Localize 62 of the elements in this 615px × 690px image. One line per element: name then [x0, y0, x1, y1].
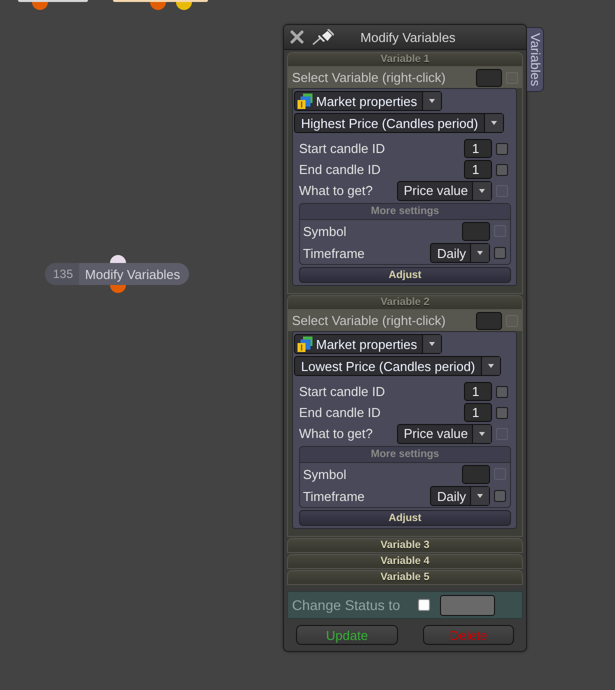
checkbox[interactable] — [496, 164, 508, 176]
parameter-label: What to get? — [299, 426, 374, 441]
port-icon[interactable] — [176, 2, 192, 10]
value-dropdown[interactable]: Daily — [430, 243, 490, 263]
node-edge[interactable] — [113, 0, 208, 2]
section-header[interactable]: Variable 5 — [287, 570, 523, 585]
checkbox[interactable] — [496, 406, 508, 418]
variable-field[interactable] — [476, 68, 502, 86]
parameter-label: Symbol — [303, 466, 348, 482]
category-icon — [297, 336, 313, 352]
window-title: Modify Variables — [359, 30, 457, 44]
category-dropdown[interactable]: Market properties — [294, 334, 442, 354]
parameter-label: Timeframe — [303, 246, 366, 260]
node-number: 135 — [45, 263, 80, 285]
checkbox[interactable] — [418, 599, 430, 611]
node-title: Modify Variables — [84, 266, 182, 284]
select-variable-label: Select Variable (right-click) — [292, 70, 447, 85]
caret-icon — [470, 487, 489, 505]
parameter-label: Start candle ID — [299, 384, 386, 399]
caret-icon — [470, 244, 489, 262]
caret-icon — [422, 335, 442, 353]
port-icon[interactable] — [110, 255, 126, 263]
pushpin-icon[interactable] — [312, 29, 334, 45]
parameter-label: End candle ID — [299, 162, 382, 177]
function-dropdown[interactable]: Lowest Price (Candles period) — [294, 356, 502, 376]
parameter-label: Timeframe — [303, 488, 366, 504]
variable-field[interactable] — [476, 312, 502, 330]
value-dropdown[interactable]: Daily — [430, 486, 490, 506]
category-icon — [297, 93, 313, 109]
parameter-label: What to get? — [299, 183, 374, 198]
caret-icon — [481, 357, 500, 375]
number-field[interactable]: 1 — [464, 139, 492, 158]
caret-icon — [472, 182, 491, 200]
parameter-label: End candle ID — [299, 405, 382, 420]
number-field[interactable]: 1 — [464, 160, 492, 179]
side-tab[interactable]: Variables — [527, 27, 544, 92]
status-label: Change Status to — [292, 597, 402, 613]
number-field[interactable]: 1 — [464, 403, 492, 422]
caret-icon — [422, 92, 442, 110]
adjust-button[interactable]: Adjust — [299, 267, 511, 283]
update-button[interactable]: Update — [296, 625, 398, 645]
checkbox[interactable] — [496, 142, 508, 154]
section-header[interactable]: Variable 4 — [287, 554, 523, 569]
number-field[interactable]: 1 — [464, 382, 492, 401]
node[interactable]: 135 Modify Variables — [45, 263, 190, 285]
parameter-label: Start candle ID — [299, 141, 386, 156]
function-dropdown[interactable]: Highest Price (Candles period) — [294, 113, 504, 133]
caret-icon — [484, 114, 504, 132]
text-field[interactable] — [462, 464, 490, 484]
parameter-label: Symbol — [303, 224, 348, 238]
category-dropdown[interactable]: Market properties — [294, 91, 442, 111]
checkbox[interactable] — [494, 490, 506, 502]
checkbox[interactable] — [496, 386, 508, 398]
node-edge[interactable] — [18, 0, 88, 2]
close-icon[interactable] — [290, 30, 304, 44]
caret-icon — [472, 424, 491, 442]
status-field[interactable] — [440, 594, 495, 616]
checkbox[interactable] — [494, 247, 506, 259]
section-header[interactable]: Variable 3 — [287, 538, 523, 553]
adjust-button[interactable]: Adjust — [299, 510, 511, 526]
select-variable-label: Select Variable (right-click) — [292, 313, 447, 328]
text-field[interactable] — [462, 222, 490, 240]
